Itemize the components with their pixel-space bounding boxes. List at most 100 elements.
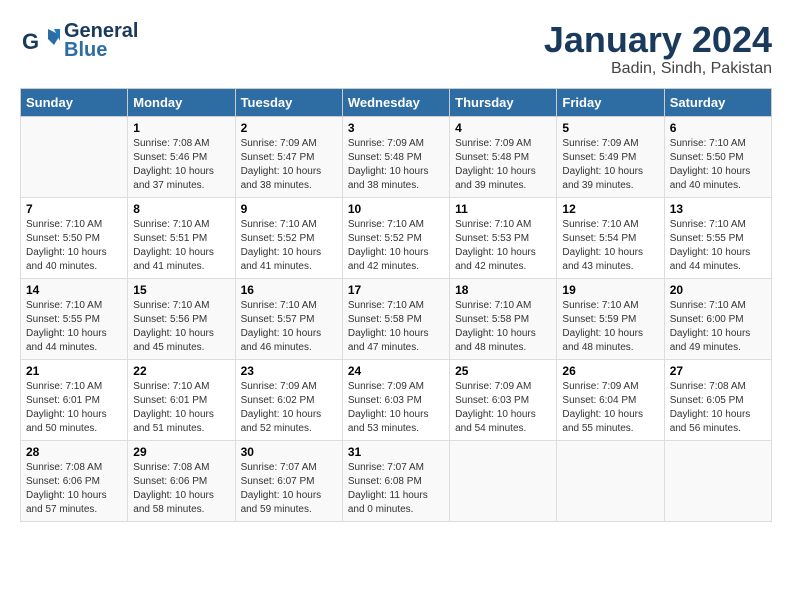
day-number: 18 xyxy=(455,283,551,297)
day-info: Sunrise: 7:10 AMSunset: 5:55 PMDaylight:… xyxy=(670,218,766,274)
day-info: Sunrise: 7:10 AMSunset: 5:51 PMDaylight:… xyxy=(133,218,229,274)
day-info: Sunrise: 7:10 AMSunset: 5:52 PMDaylight:… xyxy=(348,218,444,274)
day-info: Sunrise: 7:09 AMSunset: 5:48 PMDaylight:… xyxy=(348,137,444,193)
day-number: 27 xyxy=(670,364,766,378)
logo-icon: G xyxy=(20,21,60,61)
day-number: 28 xyxy=(26,445,122,459)
day-number: 10 xyxy=(348,202,444,216)
svg-text:G: G xyxy=(22,29,39,54)
day-number: 12 xyxy=(562,202,658,216)
day-header-saturday: Saturday xyxy=(664,88,771,116)
calendar-cell: 24 Sunrise: 7:09 AMSunset: 6:03 PMDayligh… xyxy=(342,359,449,440)
day-info: Sunrise: 7:08 AMSunset: 6:06 PMDaylight:… xyxy=(26,461,122,517)
logo: G General Blue xyxy=(20,20,138,62)
day-number: 15 xyxy=(133,283,229,297)
day-header-friday: Friday xyxy=(557,88,664,116)
calendar-cell: 30Sunrise: 7:07 AMSunset: 6:07 PMDayligh… xyxy=(235,440,342,521)
calendar-cell xyxy=(450,440,557,521)
day-number: 31 xyxy=(348,445,444,459)
day-info: Sunrise: 7:09 AMSunset: 6:03 PMDaylight:… xyxy=(348,380,444,436)
day-number: 25 xyxy=(455,364,551,378)
calendar-cell: 10 Sunrise: 7:10 AMSunset: 5:52 PMDayligh… xyxy=(342,197,449,278)
calendar-cell: 18Sunrise: 7:10 AMSunset: 5:58 PMDayligh… xyxy=(450,278,557,359)
month-title: January 2024 xyxy=(544,20,772,60)
calendar-cell: 31 Sunrise: 7:07 AMSunset: 6:08 PMDayligh… xyxy=(342,440,449,521)
calendar-week-row: 28 Sunrise: 7:08 AMSunset: 6:06 PMDayligh… xyxy=(21,440,772,521)
day-info: Sunrise: 7:10 AMSunset: 5:54 PMDaylight:… xyxy=(562,218,658,274)
calendar-cell: 19 Sunrise: 7:10 AMSunset: 5:59 PMDayligh… xyxy=(557,278,664,359)
day-info: Sunrise: 7:08 AMSunset: 6:05 PMDaylight:… xyxy=(670,380,766,436)
day-info: Sunrise: 7:08 AMSunset: 5:46 PMDaylight:… xyxy=(133,137,229,193)
location-subtitle: Badin, Sindh, Pakistan xyxy=(544,60,772,78)
calendar-week-row: 21 Sunrise: 7:10 AMSunset: 6:01 PMDayligh… xyxy=(21,359,772,440)
day-number: 21 xyxy=(26,364,122,378)
day-info: Sunrise: 7:10 AMSunset: 5:55 PMDaylight:… xyxy=(26,299,122,355)
calendar-cell: 20 Sunrise: 7:10 AMSunset: 6:00 PMDayligh… xyxy=(664,278,771,359)
calendar-cell: 11Sunrise: 7:10 AMSunset: 5:53 PMDayligh… xyxy=(450,197,557,278)
calendar-cell: 12 Sunrise: 7:10 AMSunset: 5:54 PMDayligh… xyxy=(557,197,664,278)
calendar-cell: 1 Sunrise: 7:08 AMSunset: 5:46 PMDaylight… xyxy=(128,116,235,197)
calendar-cell: 7Sunrise: 7:10 AMSunset: 5:50 PMDaylight… xyxy=(21,197,128,278)
day-header-tuesday: Tuesday xyxy=(235,88,342,116)
day-number: 1 xyxy=(133,121,229,135)
day-number: 9 xyxy=(241,202,337,216)
day-number: 5 xyxy=(562,121,658,135)
day-info: Sunrise: 7:10 AMSunset: 5:52 PMDaylight:… xyxy=(241,218,337,274)
calendar-week-row: 1 Sunrise: 7:08 AMSunset: 5:46 PMDaylight… xyxy=(21,116,772,197)
day-info: Sunrise: 7:10 AMSunset: 5:50 PMDaylight:… xyxy=(670,137,766,193)
day-info: Sunrise: 7:10 AMSunset: 5:59 PMDaylight:… xyxy=(562,299,658,355)
day-number: 22 xyxy=(133,364,229,378)
day-info: Sunrise: 7:10 AMSunset: 5:57 PMDaylight:… xyxy=(241,299,337,355)
day-info: Sunrise: 7:09 AMSunset: 5:47 PMDaylight:… xyxy=(241,137,337,193)
calendar-cell: 28 Sunrise: 7:08 AMSunset: 6:06 PMDayligh… xyxy=(21,440,128,521)
day-number: 29 xyxy=(133,445,229,459)
day-header-thursday: Thursday xyxy=(450,88,557,116)
calendar-cell: 13 Sunrise: 7:10 AMSunset: 5:55 PMDayligh… xyxy=(664,197,771,278)
calendar-cell: 2 Sunrise: 7:09 AMSunset: 5:47 PMDaylight… xyxy=(235,116,342,197)
calendar-week-row: 7Sunrise: 7:10 AMSunset: 5:50 PMDaylight… xyxy=(21,197,772,278)
calendar-cell: 15 Sunrise: 7:10 AMSunset: 5:56 PMDayligh… xyxy=(128,278,235,359)
day-number: 4 xyxy=(455,121,551,135)
day-number: 20 xyxy=(670,283,766,297)
day-info: Sunrise: 7:10 AMSunset: 5:58 PMDaylight:… xyxy=(348,299,444,355)
calendar-cell: 4Sunrise: 7:09 AMSunset: 5:48 PMDaylight… xyxy=(450,116,557,197)
day-number: 16 xyxy=(241,283,337,297)
calendar-week-row: 14 Sunrise: 7:10 AMSunset: 5:55 PMDayligh… xyxy=(21,278,772,359)
calendar-cell: 17Sunrise: 7:10 AMSunset: 5:58 PMDayligh… xyxy=(342,278,449,359)
calendar-cell: 3 Sunrise: 7:09 AMSunset: 5:48 PMDaylight… xyxy=(342,116,449,197)
day-number: 8 xyxy=(133,202,229,216)
calendar-cell: 14 Sunrise: 7:10 AMSunset: 5:55 PMDayligh… xyxy=(21,278,128,359)
calendar-cell: 25 Sunrise: 7:09 AMSunset: 6:03 PMDayligh… xyxy=(450,359,557,440)
calendar-cell: 8 Sunrise: 7:10 AMSunset: 5:51 PMDaylight… xyxy=(128,197,235,278)
day-info: Sunrise: 7:09 AMSunset: 6:02 PMDaylight:… xyxy=(241,380,337,436)
day-number: 14 xyxy=(26,283,122,297)
day-number: 24 xyxy=(348,364,444,378)
day-info: Sunrise: 7:10 AMSunset: 5:50 PMDaylight:… xyxy=(26,218,122,274)
day-info: Sunrise: 7:09 AMSunset: 6:03 PMDaylight:… xyxy=(455,380,551,436)
day-header-sunday: Sunday xyxy=(21,88,128,116)
calendar-cell: 23 Sunrise: 7:09 AMSunset: 6:02 PMDayligh… xyxy=(235,359,342,440)
calendar-cell: 22 Sunrise: 7:10 AMSunset: 6:01 PMDayligh… xyxy=(128,359,235,440)
day-number: 3 xyxy=(348,121,444,135)
calendar-cell: 6 Sunrise: 7:10 AMSunset: 5:50 PMDaylight… xyxy=(664,116,771,197)
calendar-table: SundayMondayTuesdayWednesdayThursdayFrid… xyxy=(20,88,772,522)
calendar-cell: 29 Sunrise: 7:08 AMSunset: 6:06 PMDayligh… xyxy=(128,440,235,521)
day-info: Sunrise: 7:07 AMSunset: 6:08 PMDaylight:… xyxy=(348,461,444,517)
day-info: Sunrise: 7:10 AMSunset: 5:56 PMDaylight:… xyxy=(133,299,229,355)
day-number: 23 xyxy=(241,364,337,378)
day-info: Sunrise: 7:09 AMSunset: 5:49 PMDaylight:… xyxy=(562,137,658,193)
day-number: 6 xyxy=(670,121,766,135)
calendar-cell: 5 Sunrise: 7:09 AMSunset: 5:49 PMDaylight… xyxy=(557,116,664,197)
day-info: Sunrise: 7:07 AMSunset: 6:07 PMDaylight:… xyxy=(241,461,337,517)
day-info: Sunrise: 7:10 AMSunset: 6:01 PMDaylight:… xyxy=(133,380,229,436)
calendar-header-row: SundayMondayTuesdayWednesdayThursdayFrid… xyxy=(21,88,772,116)
day-number: 26 xyxy=(562,364,658,378)
day-info: Sunrise: 7:10 AMSunset: 6:00 PMDaylight:… xyxy=(670,299,766,355)
calendar-cell: 21Sunrise: 7:10 AMSunset: 6:01 PMDayligh… xyxy=(21,359,128,440)
day-number: 19 xyxy=(562,283,658,297)
calendar-cell xyxy=(664,440,771,521)
day-number: 2 xyxy=(241,121,337,135)
day-number: 13 xyxy=(670,202,766,216)
day-info: Sunrise: 7:08 AMSunset: 6:06 PMDaylight:… xyxy=(133,461,229,517)
calendar-cell: 16 Sunrise: 7:10 AMSunset: 5:57 PMDayligh… xyxy=(235,278,342,359)
